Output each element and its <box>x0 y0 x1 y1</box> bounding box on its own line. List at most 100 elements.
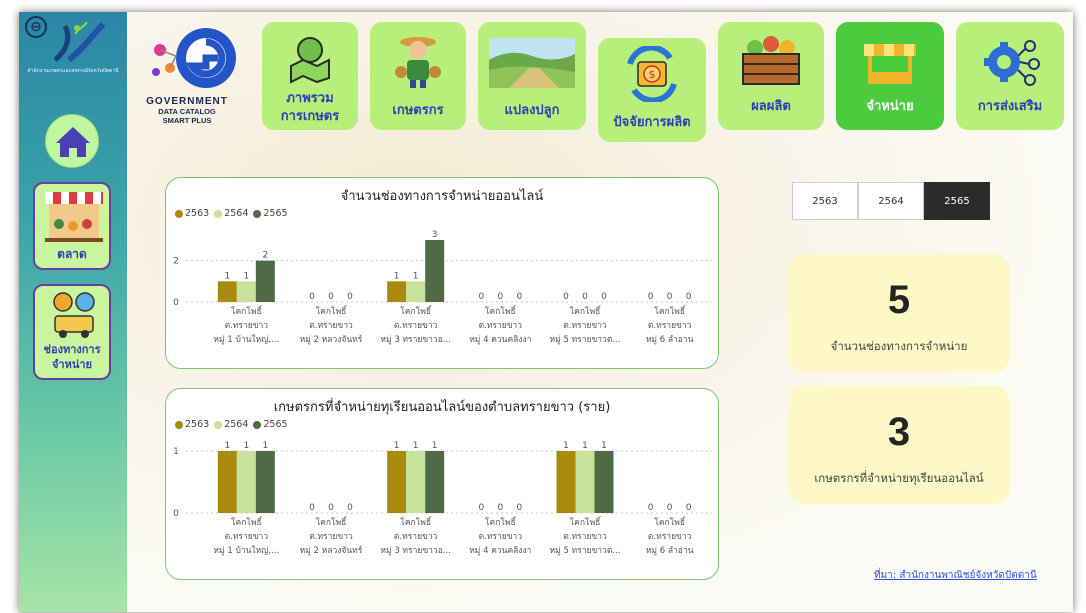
data-label: 0 <box>478 503 484 513</box>
data-label: 0 <box>601 292 607 302</box>
x-tick-label: หมู่ 2 หลวงจันทร์ <box>300 334 363 345</box>
bar <box>425 451 445 513</box>
x-tick-label: หมู่ 5 ทรายขาวต... <box>550 546 621 556</box>
data-label: 1 <box>224 441 230 451</box>
tab-sales[interactable]: จำหน่าย <box>836 22 944 130</box>
x-tick-label: โคกโพธิ์ <box>485 305 517 317</box>
durian-online-sellers-chart-card: เกษตรกรที่จำหน่ายทุเรียนออนไลน์ของตำบลทร… <box>165 388 719 580</box>
money-cycle-icon: $ <box>627 46 677 102</box>
x-tick-label: ต.ทรายขาว <box>309 321 353 331</box>
org-logo-icon <box>53 21 106 63</box>
sidebar-item-market[interactable]: ตลาด <box>33 182 111 270</box>
tab-production-factors-label: ปัจจัยการผลิต <box>613 115 691 130</box>
produce-crate-icon <box>742 36 800 85</box>
tab-production-factors[interactable]: $ ปัจจัยการผลิต <box>598 38 706 142</box>
y-tick-label: 0 <box>173 298 179 308</box>
delivery-map-icon <box>53 292 95 338</box>
data-label: 1 <box>413 441 419 451</box>
tab-agriculture-overview[interactable]: ภาพรวม การเกษตร <box>262 22 358 130</box>
gear-network-icon <box>984 40 1040 86</box>
bar <box>217 281 237 302</box>
data-label: 1 <box>563 441 569 451</box>
x-tick-label: โคกโพธิ์ <box>400 305 432 317</box>
x-tick-label: โคกโพธิ์ <box>231 305 263 317</box>
x-tick-label: ต.ทรายขาว <box>648 321 692 331</box>
home-icon <box>56 127 90 157</box>
farmer-icon <box>395 37 441 88</box>
data-label: 0 <box>309 503 315 513</box>
tab-produce-label: ผลผลิต <box>751 99 791 114</box>
tab-produce[interactable]: ผลผลิต <box>718 22 824 130</box>
x-tick-label: ต.ทรายขาว <box>225 532 269 542</box>
back-button[interactable]: ⊖ <box>25 16 47 38</box>
bar <box>236 451 256 513</box>
bar <box>236 281 256 302</box>
kpi-caption: เกษตรกรที่จำหน่ายทุเรียนออนไลน์ <box>814 471 984 485</box>
year-slicer: 2563 2564 2565 <box>792 182 990 220</box>
y-tick-label: 1 <box>173 447 179 457</box>
bar <box>556 451 576 513</box>
data-label: 1 <box>394 441 400 451</box>
x-tick-label: ต.ทรายขาว <box>479 321 523 331</box>
tab-promotion[interactable]: การส่งเสริม <box>956 22 1064 130</box>
home-button[interactable] <box>45 114 99 168</box>
bar <box>594 451 614 513</box>
sidebar: ⊖ สำนักงานเกษตรและสหกรณ์จังหวัดปัตตานี ต… <box>19 12 127 612</box>
bar <box>575 451 595 513</box>
data-label: 1 <box>413 271 419 281</box>
brand-line-2: DATA CATALOG <box>158 107 216 116</box>
bar <box>425 240 445 302</box>
tab-plots[interactable]: แปลงปลูก <box>478 22 586 130</box>
government-data-catalog-logo-icon <box>152 28 236 88</box>
brand-line-3: SMART PLUS <box>162 116 212 125</box>
data-label: 0 <box>347 292 353 302</box>
year-option-2563[interactable]: 2563 <box>792 182 858 220</box>
brand-text: GOVERNMENT DATA CATALOG SMART PLUS <box>132 96 242 125</box>
source-text: สำนักงานพาณิชย์จังหวัดปัตตานี <box>899 570 1037 581</box>
data-label: 1 <box>394 271 400 281</box>
x-tick-label: โคกโพธิ์ <box>485 516 517 528</box>
data-label: 1 <box>262 441 268 451</box>
y-tick-label: 0 <box>173 509 179 519</box>
bar <box>387 281 407 302</box>
x-tick-label: โคกโพธิ์ <box>654 305 686 317</box>
x-tick-label: หมู่ 4 ควนคลิงงา <box>469 546 531 556</box>
data-label: 1 <box>243 441 249 451</box>
market-stall-icon <box>864 44 916 84</box>
source-link[interactable]: ที่มา: สำนักงานพาณิชย์จังหวัดปัตตานี <box>874 568 1037 583</box>
data-label: 0 <box>309 292 315 302</box>
market-icon <box>45 192 103 242</box>
svg-text:$: $ <box>649 68 656 81</box>
x-tick-label: โคกโพธิ์ <box>654 516 686 528</box>
brand-line-1: GOVERNMENT <box>146 96 228 107</box>
year-option-2565[interactable]: 2565 <box>924 182 990 220</box>
year-option-2564[interactable]: 2564 <box>858 182 924 220</box>
data-label: 0 <box>347 503 353 513</box>
x-tick-label: โคกโพธิ์ <box>570 305 602 317</box>
x-tick-label: ต.ทรายขาว <box>563 532 607 542</box>
x-tick-label: ต.ทรายขาว <box>394 532 438 542</box>
x-tick-label: หมู่ 1 บ้านใหญ่,... <box>213 334 279 345</box>
data-label: 0 <box>516 503 522 513</box>
bar <box>387 451 407 513</box>
tab-sales-label: จำหน่าย <box>866 99 914 114</box>
bar <box>406 451 426 513</box>
x-tick-label: ต.ทรายขาว <box>479 532 523 542</box>
tab-farmers[interactable]: เกษตรกร <box>370 22 466 130</box>
x-tick-label: ต.ทรายขาว <box>309 532 353 542</box>
tab-agriculture-overview-label: ภาพรวม การเกษตร <box>280 91 340 124</box>
data-label: 0 <box>667 292 673 302</box>
kpi-card-farmers: 3 เกษตรกรที่จำหน่ายทุเรียนออนไลน์ <box>788 386 1010 504</box>
durian-online-sellers-bar-chart: 0 1 1 1 1 โคกโพธิ์ต.ทรายขาวหมู่ 1 บ้านใหญ่,..… <box>173 441 712 556</box>
x-tick-label: หมู่ 6 ลำอาน <box>646 546 694 556</box>
data-label: 1 <box>601 441 607 451</box>
x-tick-label: โคกโพธิ์ <box>570 516 602 528</box>
bar <box>255 260 275 302</box>
data-label: 0 <box>328 292 334 302</box>
x-tick-label: โคกโพธิ์ <box>231 516 263 528</box>
data-label: 0 <box>648 292 654 302</box>
x-tick-label: ต.ทรายขาว <box>648 532 692 542</box>
data-label: 0 <box>667 503 673 513</box>
data-label: 0 <box>563 292 569 302</box>
sidebar-item-channels[interactable]: ช่องทางการ จำหน่าย <box>33 284 111 380</box>
